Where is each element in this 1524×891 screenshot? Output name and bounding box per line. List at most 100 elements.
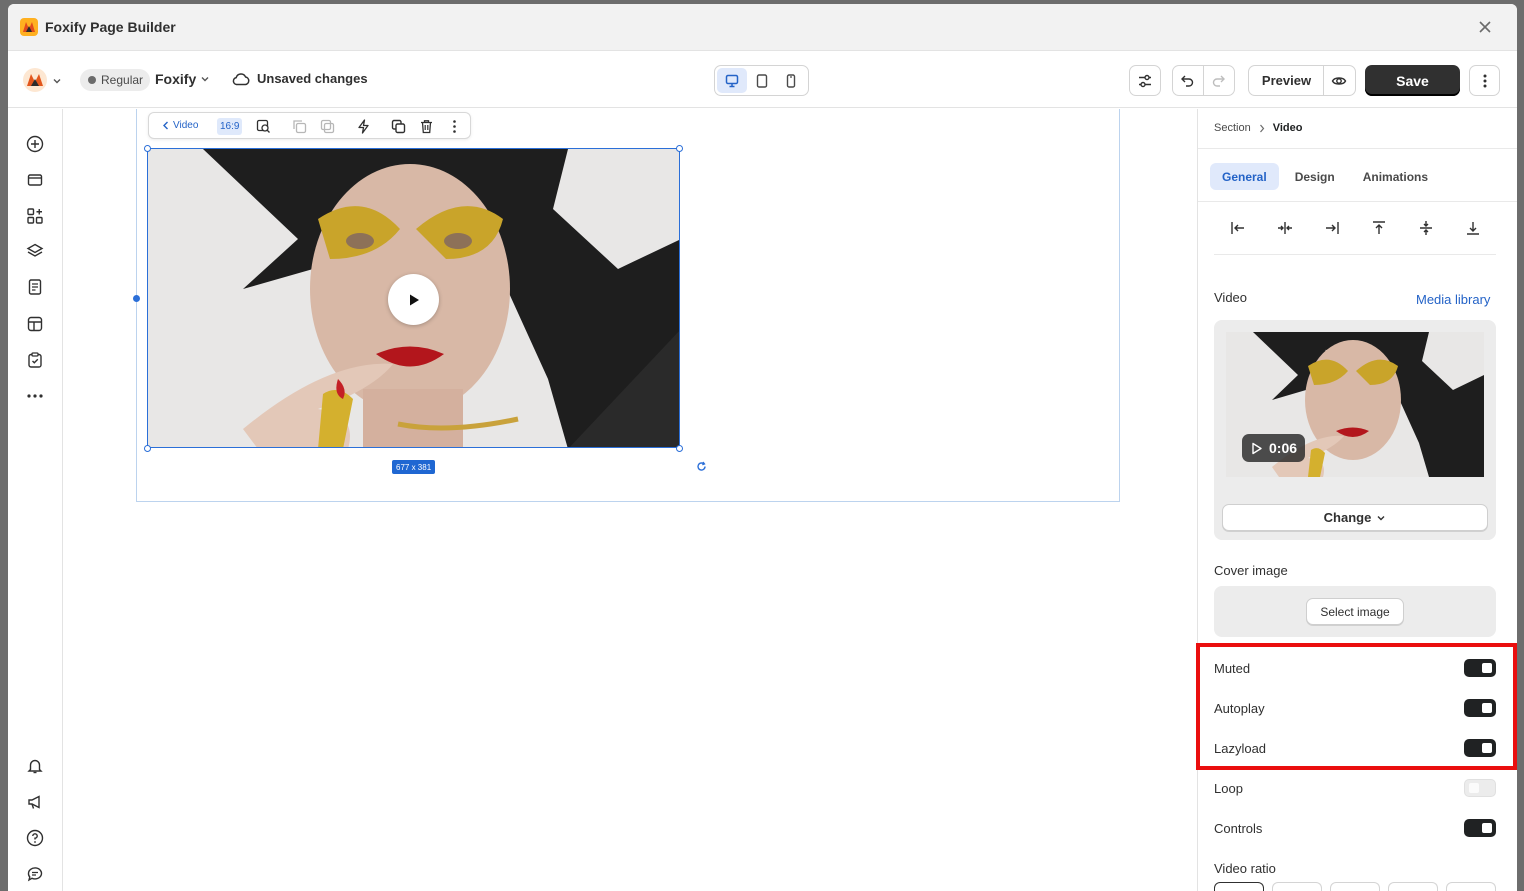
tablet-view-button[interactable]: [747, 68, 777, 93]
muted-toggle[interactable]: [1464, 659, 1496, 677]
toggle-label-controls: Controls: [1214, 821, 1263, 836]
align-right-icon: [1325, 222, 1339, 234]
chevron-right-icon: [1259, 124, 1264, 132]
mobile-view-button[interactable]: [776, 68, 806, 93]
undo-button[interactable]: [1173, 66, 1204, 95]
interaction-bolt-icon[interactable]: [356, 119, 371, 134]
apps-icon[interactable]: [26, 207, 44, 225]
align-left-button[interactable]: [1229, 219, 1247, 237]
chat-icon[interactable]: [26, 865, 44, 883]
checklist-icon[interactable]: [26, 351, 44, 369]
video-label: Video: [1214, 290, 1248, 305]
desktop-icon: [725, 74, 739, 87]
ratio-option[interactable]: [1388, 882, 1438, 891]
more-options-button[interactable]: [1469, 65, 1500, 96]
play-button[interactable]: [388, 274, 439, 325]
align-bottom-icon: [1466, 222, 1479, 235]
save-button[interactable]: Save: [1365, 65, 1460, 96]
video-element[interactable]: [147, 148, 680, 448]
chevron-left-icon: [163, 121, 168, 130]
toggle-label-muted: Muted: [1214, 661, 1251, 676]
sections-icon[interactable]: [26, 171, 44, 189]
more-horizontal-icon[interactable]: [26, 387, 44, 405]
resize-handle[interactable]: [144, 445, 151, 452]
autoplay-toggle[interactable]: [1464, 699, 1496, 717]
select-image-button[interactable]: Select image: [1306, 598, 1404, 625]
ratio-option[interactable]: [1330, 882, 1380, 891]
resize-handle[interactable]: [144, 145, 151, 152]
align-top-button[interactable]: [1370, 219, 1388, 237]
pages-icon[interactable]: [26, 278, 44, 296]
add-element-icon[interactable]: [26, 135, 44, 153]
breadcrumb: Section Video: [1214, 122, 1302, 134]
lazyload-toggle[interactable]: [1464, 739, 1496, 757]
align-bottom-button[interactable]: [1464, 219, 1482, 237]
divider: [1214, 254, 1496, 255]
editor-canvas[interactable]: Video 16:9 677 x 381: [64, 109, 1196, 891]
theme-badge: Regular: [80, 69, 151, 91]
alignment-row: [1214, 219, 1496, 237]
chevron-down-icon[interactable]: [52, 76, 62, 86]
divider: [1198, 201, 1517, 202]
tab-animations[interactable]: Animations: [1351, 163, 1440, 190]
store-selector[interactable]: Foxify: [155, 71, 210, 87]
replace-media-icon[interactable]: [256, 119, 271, 134]
tab-design[interactable]: Design: [1283, 163, 1347, 190]
top-toolbar: Regular Foxify Unsaved changes Preview S…: [8, 52, 1517, 108]
notification-bell-icon[interactable]: [26, 757, 44, 775]
video-ratio-options: [1214, 882, 1496, 891]
settings-button[interactable]: [1129, 65, 1161, 96]
video-thumbnail[interactable]: 0:06: [1226, 332, 1484, 477]
resize-handle[interactable]: [676, 445, 683, 452]
sliders-icon: [1139, 74, 1151, 87]
paste-style-icon[interactable]: [320, 119, 335, 134]
align-center-horizontal-button[interactable]: [1276, 219, 1294, 237]
ratio-option[interactable]: [1446, 882, 1496, 891]
align-middle-button[interactable]: [1417, 219, 1435, 237]
left-edge-handle[interactable]: [133, 295, 140, 302]
align-middle-icon: [1419, 221, 1432, 235]
back-label: Video: [173, 120, 199, 131]
resize-handle[interactable]: [676, 145, 683, 152]
layers-icon[interactable]: [26, 242, 44, 260]
delete-icon[interactable]: [419, 119, 434, 134]
undo-icon: [1181, 75, 1194, 87]
change-video-button[interactable]: Change: [1222, 504, 1488, 531]
redo-button[interactable]: [1204, 66, 1234, 95]
play-icon: [1252, 442, 1262, 454]
eye-icon: [1331, 76, 1347, 85]
theme-badge-label: Regular: [101, 73, 144, 87]
size-tag: 677 x 381: [392, 460, 436, 474]
desktop-view-button[interactable]: [717, 68, 747, 93]
toggle-label-loop: Loop: [1214, 781, 1243, 796]
media-library-link[interactable]: Media library: [1416, 292, 1490, 307]
more-vertical-icon: [1483, 74, 1486, 87]
ratio-button[interactable]: 16:9: [217, 118, 243, 135]
back-to-video-button[interactable]: Video: [162, 120, 198, 131]
cloud-icon: [232, 72, 250, 85]
align-top-icon: [1372, 221, 1385, 234]
ratio-option[interactable]: [1214, 882, 1264, 891]
eye-button[interactable]: [1324, 73, 1354, 89]
breadcrumb-parent[interactable]: Section: [1214, 122, 1251, 134]
more-vertical-icon[interactable]: [447, 119, 462, 134]
save-status-label: Unsaved changes: [257, 71, 368, 86]
templates-icon[interactable]: [26, 315, 44, 333]
align-right-button[interactable]: [1323, 219, 1341, 237]
tab-general[interactable]: General: [1210, 163, 1279, 190]
preview-button[interactable]: Preview: [1250, 66, 1325, 95]
breadcrumb-current: Video: [1272, 122, 1303, 134]
brand-logo-icon[interactable]: [23, 68, 47, 92]
controls-toggle[interactable]: [1464, 819, 1496, 837]
toggle-label-lazyload: Lazyload: [1214, 741, 1267, 756]
duplicate-icon[interactable]: [391, 119, 406, 134]
megaphone-icon[interactable]: [26, 793, 44, 811]
rotate-icon[interactable]: [696, 461, 707, 472]
close-icon[interactable]: [1475, 17, 1495, 37]
ratio-option[interactable]: [1272, 882, 1322, 891]
help-icon[interactable]: [26, 829, 44, 847]
redo-icon: [1213, 75, 1226, 87]
loop-toggle[interactable]: [1464, 779, 1496, 797]
app-window: Foxify Page Builder Regular Foxify Unsav…: [8, 4, 1517, 891]
copy-style-icon[interactable]: [292, 119, 307, 134]
